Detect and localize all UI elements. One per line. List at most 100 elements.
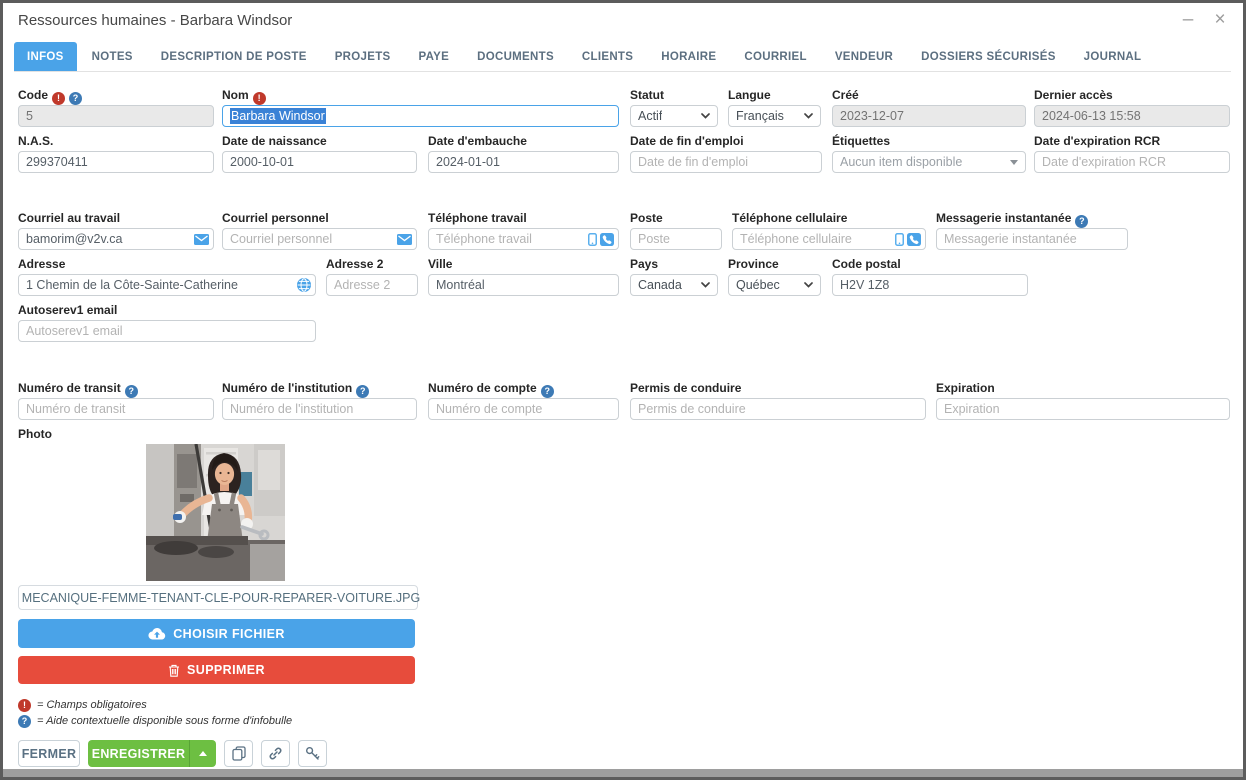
field-label: Créé: [832, 89, 1026, 102]
date-fin-emploi-input[interactable]: [630, 151, 822, 173]
help-icon[interactable]: ?: [1075, 215, 1088, 228]
mobile-icon[interactable]: [895, 233, 904, 246]
ville-input[interactable]: [428, 274, 619, 296]
field-numero-compte: Numéro de compte?: [428, 382, 619, 420]
field-label: Date de naissance: [222, 135, 417, 148]
field-date-naissance: Date de naissance: [222, 135, 417, 173]
field-code-postal: Code postal: [832, 258, 1028, 296]
tab-journal[interactable]: JOURNAL: [1071, 42, 1155, 71]
key-button[interactable]: [298, 740, 327, 767]
phone-icon[interactable]: [600, 233, 614, 246]
adresse2-input[interactable]: [326, 274, 418, 296]
field-label: Courriel personnel: [222, 212, 417, 225]
tab-description-de-poste[interactable]: DESCRIPTION DE POSTE: [148, 42, 320, 71]
field-courriel-travail: Courriel au travail: [18, 212, 214, 250]
field-pays: Pays Canada: [630, 258, 718, 296]
help-icon[interactable]: ?: [69, 92, 82, 105]
tab-vendeur[interactable]: VENDEUR: [822, 42, 906, 71]
field-messagerie: Messagerie instantanée?: [936, 212, 1128, 250]
field-province: Province Québec: [728, 258, 821, 296]
pays-select[interactable]: Canada: [630, 274, 718, 296]
field-label: Expiration: [936, 382, 1230, 395]
nas-input[interactable]: [18, 151, 214, 173]
date-embauche-input[interactable]: [428, 151, 619, 173]
code-postal-input[interactable]: [832, 274, 1028, 296]
field-nom: Nom! Barbara Windsor: [222, 89, 619, 127]
phone-icon[interactable]: [907, 233, 921, 246]
poste-input[interactable]: [630, 228, 722, 250]
tab-projets[interactable]: PROJETS: [322, 42, 404, 71]
legend-help: ? = Aide contextuelle disponible sous fo…: [18, 714, 292, 728]
link-button[interactable]: [261, 740, 290, 767]
field-telephone-cellulaire: Téléphone cellulaire: [732, 212, 926, 250]
numero-compte-input[interactable]: [428, 398, 619, 420]
envelope-icon[interactable]: [397, 234, 412, 245]
field-label: Poste: [630, 212, 722, 225]
tab-dossiers-securises[interactable]: DOSSIERS SÉCURISÉS: [908, 42, 1069, 71]
minimize-icon[interactable]: –: [1177, 9, 1199, 31]
nom-input[interactable]: Barbara Windsor: [222, 105, 619, 127]
etiquettes-select[interactable]: Aucun item disponible: [832, 151, 1026, 173]
autoserev1-email-input[interactable]: [18, 320, 316, 342]
date-expiration-rcr-input[interactable]: [1034, 151, 1230, 173]
photo-filename-button[interactable]: MECANIQUE-FEMME-TENANT-CLE-POUR-REPARER-…: [18, 585, 418, 610]
close-button[interactable]: FERMER: [18, 740, 80, 767]
help-icon: ?: [18, 715, 31, 728]
numero-institution-input[interactable]: [222, 398, 417, 420]
field-dernier-acces: Dernier accès: [1034, 89, 1230, 127]
permis-conduire-input[interactable]: [630, 398, 926, 420]
chevron-down-icon: [804, 282, 813, 288]
field-label: Dernier accès: [1034, 89, 1230, 102]
field-numero-institution: Numéro de l'institution?: [222, 382, 417, 420]
envelope-icon[interactable]: [194, 234, 209, 245]
help-icon[interactable]: ?: [541, 385, 554, 398]
window-controls: – ×: [1177, 9, 1231, 31]
adresse-input[interactable]: [18, 274, 316, 296]
date-naissance-input[interactable]: [222, 151, 417, 173]
tab-courriel[interactable]: COURRIEL: [731, 42, 819, 71]
field-label: Photo: [18, 428, 52, 441]
delete-photo-button[interactable]: SUPPRIMER: [18, 656, 415, 684]
field-nas: N.A.S.: [18, 135, 214, 173]
help-icon[interactable]: ?: [356, 385, 369, 398]
field-label: Permis de conduire: [630, 382, 926, 395]
numero-transit-input[interactable]: [18, 398, 214, 420]
chevron-down-icon: [701, 113, 710, 119]
field-statut: Statut Actif: [630, 89, 718, 127]
tab-bar: INFOS NOTES DESCRIPTION DE POSTE PROJETS…: [14, 42, 1231, 72]
field-label: Statut: [630, 89, 718, 102]
field-label: Ville: [428, 258, 619, 271]
tab-paye[interactable]: PAYE: [406, 42, 463, 71]
globe-icon[interactable]: [297, 278, 311, 292]
cree-input: [832, 105, 1026, 127]
statut-select[interactable]: Actif: [630, 105, 718, 127]
tab-horaire[interactable]: HORAIRE: [648, 42, 729, 71]
photo-filename: MECANIQUE-FEMME-TENANT-CLE-POUR-REPARER-…: [22, 591, 420, 605]
save-button[interactable]: ENREGISTRER: [88, 740, 189, 767]
duplicate-button[interactable]: [224, 740, 253, 767]
dernier-acces-input: [1034, 105, 1230, 127]
required-icon: !: [52, 92, 65, 105]
expiration-input[interactable]: [936, 398, 1230, 420]
field-code: Code!?: [18, 89, 214, 127]
courriel-personnel-input[interactable]: [222, 228, 417, 250]
tab-notes[interactable]: NOTES: [79, 42, 146, 71]
hr-dialog: Ressources humaines - Barbara Windsor – …: [3, 3, 1243, 769]
field-expiration: Expiration: [936, 382, 1230, 420]
choose-file-button[interactable]: CHOISIR FICHIER: [18, 619, 415, 648]
close-icon[interactable]: ×: [1209, 9, 1231, 31]
tab-infos[interactable]: INFOS: [14, 42, 77, 71]
tab-documents[interactable]: DOCUMENTS: [464, 42, 567, 71]
field-label: Téléphone cellulaire: [732, 212, 926, 225]
tab-clients[interactable]: CLIENTS: [569, 42, 646, 71]
field-etiquettes: Étiquettes Aucun item disponible: [832, 135, 1026, 173]
courriel-travail-input[interactable]: [18, 228, 214, 250]
help-icon[interactable]: ?: [125, 385, 138, 398]
province-select[interactable]: Québec: [728, 274, 821, 296]
langue-select[interactable]: Français: [728, 105, 821, 127]
save-button-group: ENREGISTRER: [88, 740, 216, 767]
messagerie-input[interactable]: [936, 228, 1128, 250]
save-options-button[interactable]: [189, 740, 216, 767]
field-langue: Langue Français: [728, 89, 821, 127]
mobile-icon[interactable]: [588, 233, 597, 246]
